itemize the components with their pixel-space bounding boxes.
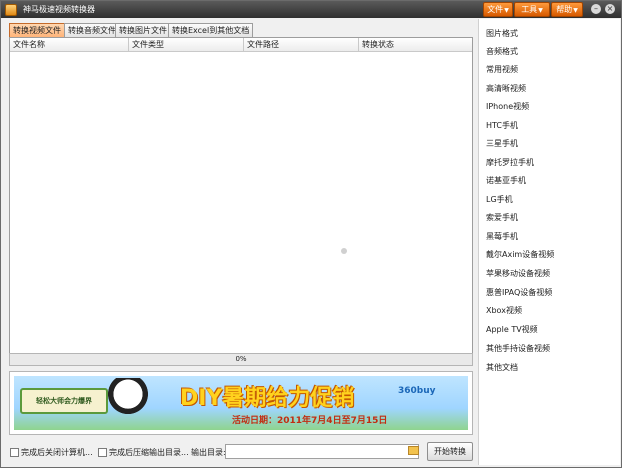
- tab-convert-video[interactable]: 转换视频文件: [9, 23, 65, 37]
- sidebar-item-hd-video[interactable]: 高清晰视频: [486, 82, 526, 96]
- file-list-panel[interactable]: 文件名称 文件类型 文件路径 转换状态: [9, 37, 473, 354]
- close-button[interactable]: ×: [605, 4, 615, 14]
- loading-indicator: [341, 248, 347, 254]
- bottom-bar: 完成后关闭计算机... 完成后压缩输出目录... 输出目录: 开始转换: [1, 441, 477, 467]
- compress-checkbox[interactable]: [98, 448, 107, 457]
- progress-bar: 0%: [9, 353, 473, 366]
- sidebar-item-apple-mobile-video[interactable]: 苹果移动设备视频: [486, 267, 550, 281]
- banner-date: 活动日期：2011年7月4日至7月15日: [232, 416, 388, 426]
- sidebar-item-other-handheld-video[interactable]: 其他手持设备视频: [486, 342, 550, 356]
- app-window: 神马极速视频转换器 文件▼ 工具▼ 帮助▼ – × 转换视频文件 转换音频文件 …: [0, 0, 622, 468]
- close-icon: ×: [606, 4, 614, 13]
- sidebar-item-htc-phone[interactable]: HTC手机: [486, 119, 518, 133]
- sidebar-item-hp-ipaq-video[interactable]: 惠普IPAQ设备视频: [486, 286, 552, 300]
- banner-sign-text: 轻松大师会力爆界: [20, 388, 108, 414]
- menu-tools-button[interactable]: 工具▼: [514, 2, 550, 17]
- sidebar-item-motorola-phone[interactable]: 摩托罗拉手机: [486, 156, 534, 170]
- chevron-down-icon: ▼: [573, 7, 578, 14]
- output-dir-label: 输出目录:: [191, 448, 226, 457]
- sidebar-item-other-documents[interactable]: 其他文档: [486, 361, 518, 375]
- window-title: 神马极速视频转换器: [23, 5, 95, 14]
- shutdown-checkbox[interactable]: [10, 448, 19, 457]
- chevron-down-icon: ▼: [504, 7, 509, 14]
- sidebar-item-apple-tv-video[interactable]: Apple TV视频: [486, 323, 538, 337]
- menu-file-button[interactable]: 文件▼: [483, 2, 513, 17]
- menu-file-label: 文件: [487, 5, 504, 14]
- tab-convert-image[interactable]: 转换图片文件: [115, 23, 171, 37]
- column-header-type[interactable]: 文件类型: [129, 38, 244, 51]
- banner-brand-logo: 360buy: [398, 386, 436, 396]
- folder-icon[interactable]: [408, 446, 419, 455]
- format-sidebar: 图片格式 音频格式 常用视频 高清晰视频 IPhone视频 HTC手机 三星手机…: [478, 19, 620, 465]
- sidebar-item-iphone-video[interactable]: IPhone视频: [486, 100, 529, 114]
- minimize-button[interactable]: –: [591, 4, 601, 14]
- minimize-icon: –: [594, 4, 598, 13]
- column-header-status[interactable]: 转换状态: [359, 38, 472, 51]
- sidebar-item-sony-ericsson-phone[interactable]: 索爱手机: [486, 211, 518, 225]
- sidebar-item-samsung-phone[interactable]: 三星手机: [486, 137, 518, 151]
- sidebar-item-common-video[interactable]: 常用视频: [486, 63, 518, 77]
- start-convert-button[interactable]: 开始转换: [427, 442, 473, 461]
- compress-label: 完成后压缩输出目录...: [109, 448, 189, 457]
- sidebar-item-image-formats[interactable]: 图片格式: [486, 27, 518, 41]
- title-bar[interactable]: 神马极速视频转换器 文件▼ 工具▼ 帮助▼ – ×: [1, 1, 621, 18]
- sidebar-item-xbox-video[interactable]: Xbox视频: [486, 304, 522, 318]
- menu-help-button[interactable]: 帮助▼: [551, 2, 583, 17]
- sidebar-item-audio-formats[interactable]: 音频格式: [486, 45, 518, 59]
- menu-tools-label: 工具: [521, 5, 538, 14]
- ad-banner[interactable]: 轻松大师会力爆界 DIY暑期给力促销 活动日期：2011年7月4日至7月15日 …: [9, 371, 473, 435]
- tab-convert-audio[interactable]: 转换音频文件: [64, 23, 120, 37]
- file-list-header: 文件名称 文件类型 文件路径 转换状态: [10, 38, 472, 52]
- progress-text: 0%: [235, 355, 247, 363]
- column-header-name[interactable]: 文件名称: [10, 38, 129, 51]
- sidebar-item-nokia-phone[interactable]: 诺基亚手机: [486, 174, 526, 188]
- tab-convert-excel[interactable]: 转换Excel到其他文档: [168, 23, 254, 37]
- menu-help-label: 帮助: [556, 5, 573, 14]
- shutdown-label: 完成后关闭计算机...: [21, 448, 93, 457]
- chevron-down-icon: ▼: [538, 7, 543, 14]
- output-dir-input[interactable]: [225, 444, 419, 459]
- panda-image: [108, 378, 148, 424]
- app-icon: [5, 4, 17, 16]
- column-header-path[interactable]: 文件路径: [244, 38, 359, 51]
- sidebar-item-dell-axim-video[interactable]: 戴尔Axim设备视频: [486, 248, 554, 262]
- sidebar-item-lg-phone[interactable]: LG手机: [486, 193, 513, 207]
- sidebar-item-blackberry-phone[interactable]: 黑莓手机: [486, 230, 518, 244]
- banner-title: DIY暑期给力促销: [180, 386, 355, 411]
